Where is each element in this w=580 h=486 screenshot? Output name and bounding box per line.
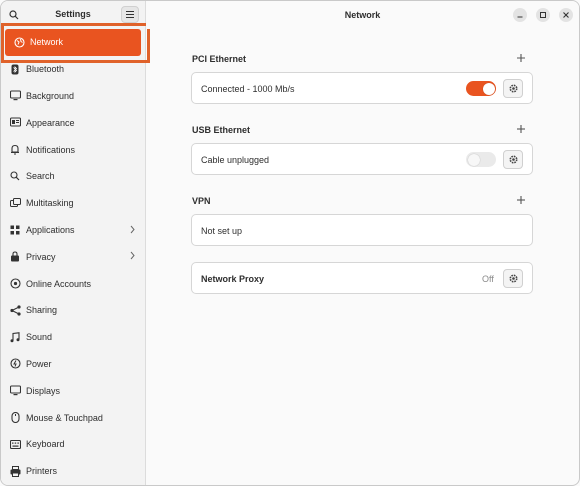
sidebar-item-printers[interactable]: Printers	[1, 458, 145, 485]
gear-icon	[508, 274, 518, 283]
close-icon	[563, 12, 569, 18]
apps-icon	[9, 224, 21, 236]
maximize-icon	[540, 12, 546, 18]
sidebar-item-label: Network	[30, 37, 64, 48]
toggle-knob	[482, 82, 495, 95]
bell-icon	[9, 144, 21, 156]
minimize-icon	[517, 16, 523, 18]
network-proxy-state: Off	[482, 274, 494, 284]
power-icon	[9, 358, 21, 370]
network-proxy-row[interactable]: Network Proxy Off	[191, 262, 533, 294]
sidebar-item-applications[interactable]: Applications	[1, 217, 145, 244]
gear-icon	[508, 155, 518, 164]
sidebar-item-multitasking[interactable]: Multitasking	[1, 190, 145, 217]
vpn-title: VPN	[192, 196, 211, 206]
sidebar-item-keyboard[interactable]: Keyboard	[1, 431, 145, 458]
chevron-right-icon	[130, 225, 135, 236]
vpn-row: Not set up	[191, 214, 533, 246]
pci-ethernet-status: Connected - 1000 Mb/s	[201, 84, 295, 94]
gear-icon	[508, 84, 518, 93]
sidebar-item-label: Mouse & Touchpad	[26, 412, 103, 423]
printer-icon	[9, 465, 21, 477]
vpn-status: Not set up	[201, 226, 243, 236]
main-menu-button[interactable]	[121, 6, 139, 23]
sidebar-item-label: Sharing	[26, 305, 58, 316]
sidebar-header: Settings	[1, 1, 145, 29]
sidebar-item-power[interactable]: Power	[1, 351, 145, 378]
minimize-button[interactable]	[513, 8, 527, 22]
main-content: PCI Ethernet Connected - 1000 Mb/s USB E…	[146, 29, 579, 485]
pci-ethernet-toggle[interactable]	[466, 81, 496, 96]
usb-ethernet-status: Cable unplugged	[201, 155, 270, 165]
pci-ethernet-settings-button[interactable]	[503, 79, 523, 98]
sidebar-item-appearance[interactable]: Appearance	[1, 109, 145, 136]
header-bar: Network	[146, 1, 579, 29]
share-icon	[9, 304, 21, 316]
sidebar-item-label: Online Accounts	[26, 278, 92, 289]
monitor-icon	[9, 90, 21, 102]
sidebar-item-label: Printers	[26, 466, 58, 477]
sidebar-item-label: Keyboard	[26, 439, 65, 450]
add-pci-connection-button[interactable]	[516, 53, 528, 65]
network-proxy-label: Network Proxy	[201, 274, 265, 284]
sidebar-item-label: Background	[26, 90, 75, 101]
plus-icon	[517, 196, 525, 204]
sidebar-item-label: Notifications	[26, 144, 76, 155]
sidebar-item-label: Multitasking	[26, 198, 74, 209]
add-vpn-button[interactable]	[516, 195, 528, 207]
sidebar-item-label: Search	[26, 171, 55, 182]
chevron-right-icon	[130, 251, 135, 262]
keyboard-icon	[9, 438, 21, 450]
sidebar-item-label: Bluetooth	[26, 64, 65, 75]
cloud-icon	[9, 278, 21, 290]
network-proxy-settings-button[interactable]	[503, 269, 523, 288]
sidebar-item-notifications[interactable]: Notifications	[1, 136, 145, 163]
bluetooth-icon	[9, 63, 21, 75]
sidebar-item-bluetooth[interactable]: Bluetooth	[1, 56, 145, 83]
sidebar-item-label: Power	[26, 358, 52, 369]
sidebar-item-mouse-touchpad[interactable]: Mouse & Touchpad	[1, 404, 145, 431]
pci-ethernet-row: Connected - 1000 Mb/s	[191, 72, 533, 104]
appearance-icon	[9, 117, 21, 129]
sidebar-item-sharing[interactable]: Sharing	[1, 297, 145, 324]
sidebar-item-label: Applications	[26, 224, 75, 235]
usb-ethernet-toggle[interactable]	[466, 152, 496, 167]
sidebar-item-label: Appearance	[26, 117, 75, 128]
sidebar-item-online-accounts[interactable]: Online Accounts	[1, 270, 145, 297]
add-usb-connection-button[interactable]	[516, 124, 528, 136]
hamburger-icon	[126, 11, 134, 18]
sidebar-item-displays[interactable]: Displays	[1, 377, 145, 404]
music-note-icon	[9, 331, 21, 343]
sidebar-item-privacy[interactable]: Privacy	[1, 243, 145, 270]
globe-icon	[13, 36, 25, 48]
toggle-knob	[467, 153, 480, 166]
sidebar-item-sound[interactable]: Sound	[1, 324, 145, 351]
pci-ethernet-title: PCI Ethernet	[192, 54, 247, 64]
sidebar-item-background[interactable]: Background	[1, 83, 145, 110]
search-icon	[9, 170, 21, 182]
mouse-icon	[9, 412, 21, 424]
plus-icon	[517, 54, 525, 62]
lock-icon	[9, 251, 21, 263]
maximize-button[interactable]	[536, 8, 550, 22]
plus-icon	[517, 125, 525, 133]
sidebar-item-search[interactable]: Search	[1, 163, 145, 190]
sidebar-item-label: Sound	[26, 332, 53, 343]
sidebar-list: Network Bluetooth Background Appearance	[1, 29, 145, 485]
settings-window: Settings Network Bluetooth Background Ap…	[0, 0, 580, 486]
sidebar-item-label: Privacy	[26, 251, 56, 262]
usb-ethernet-title: USB Ethernet	[192, 125, 251, 135]
close-button[interactable]	[559, 8, 573, 22]
display-icon	[9, 385, 21, 397]
sidebar: Settings Network Bluetooth Background Ap…	[1, 1, 146, 485]
sidebar-item-network[interactable]: Network	[5, 29, 141, 56]
usb-ethernet-settings-button[interactable]	[503, 150, 523, 169]
multitasking-icon	[9, 197, 21, 209]
sidebar-item-label: Displays	[26, 385, 61, 396]
usb-ethernet-row: Cable unplugged	[191, 143, 533, 175]
